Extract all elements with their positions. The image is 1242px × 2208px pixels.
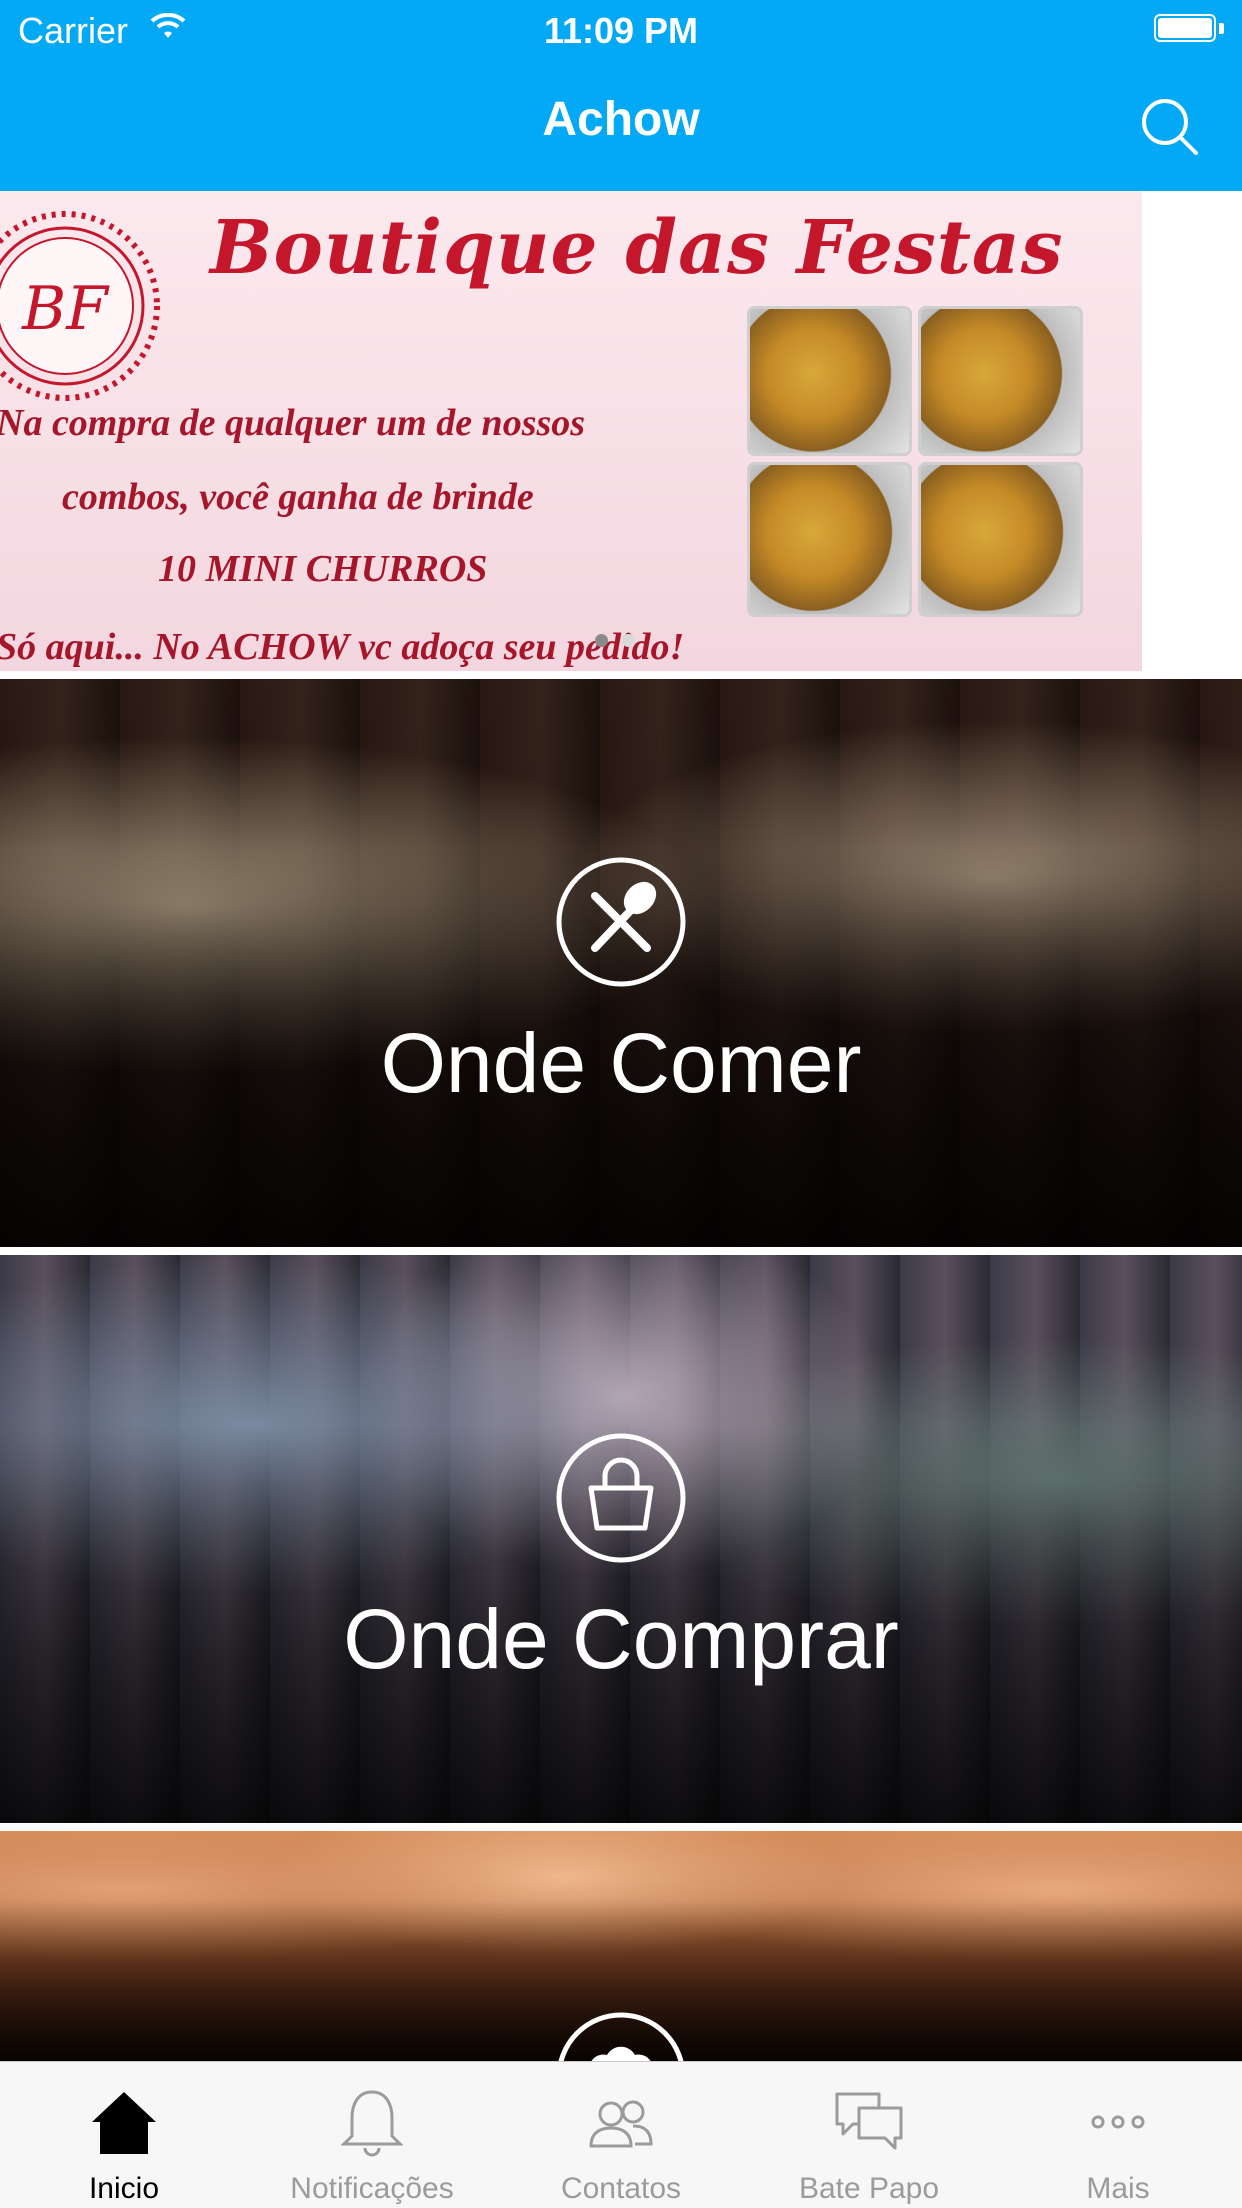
tab-label: Notificações	[290, 2172, 454, 2205]
category-card-onde-comer[interactable]: Onde Comer	[0, 679, 1242, 1247]
app-screen: Carrier 11:09 PM Achow BF Boutique das F…	[0, 0, 1242, 2208]
more-icon	[1091, 2115, 1145, 2129]
banner-line: Na compra de qualquer um de nossos	[0, 402, 586, 444]
bell-icon	[340, 2090, 404, 2157]
food-photo	[747, 462, 912, 617]
tab-notificacoes[interactable]: Notificações	[248, 2062, 496, 2208]
tab-contatos[interactable]: Contatos	[497, 2062, 745, 2208]
top-bar: Carrier 11:09 PM Achow	[0, 0, 1242, 191]
status-time: 11:09 PM	[543, 10, 699, 51]
shopping-bag-icon	[556, 1433, 686, 1563]
promo-banner[interactable]: BF Boutique das Festas Na compra de qual…	[0, 191, 1142, 671]
chef-hat-icon	[558, 2012, 684, 2061]
banner-line: 10 MINI CHURROS	[158, 548, 488, 590]
divider	[0, 1823, 1242, 1831]
tab-label: Inicio	[88, 2172, 160, 2205]
food-photo	[918, 306, 1083, 456]
search-icon[interactable]	[1138, 95, 1202, 159]
tab-bate-papo[interactable]: Bate Papo	[745, 2062, 993, 2208]
banner-next-peek	[1142, 191, 1242, 671]
tab-mais[interactable]: Mais	[994, 2062, 1242, 2208]
home-icon	[92, 2092, 156, 2154]
page-dot-active[interactable]	[595, 634, 608, 647]
tab-inicio[interactable]: Inicio	[0, 2062, 248, 2208]
category-label: Onde Comprar	[343, 1592, 899, 1686]
banner-line: Só aqui... No ACHOW vc adoça seu pedido!	[0, 626, 685, 668]
contacts-icon	[589, 2100, 653, 2148]
page-indicator[interactable]	[595, 634, 649, 652]
tab-label: Contatos	[560, 2172, 682, 2205]
category-card-third[interactable]	[0, 1831, 1242, 2061]
tab-bar: Inicio Notificações Contatos Bate Papo M…	[0, 2061, 1242, 2208]
tab-label: Mais	[1086, 2172, 1150, 2205]
page-dot[interactable]	[622, 634, 635, 647]
boutique-logo: BF	[0, 211, 160, 401]
logo-text: BF	[21, 274, 110, 344]
food-photo	[747, 306, 912, 456]
fork-spoon-icon	[556, 857, 686, 987]
banner-title: Boutique das Festas	[210, 205, 1064, 291]
chat-icon	[835, 2092, 903, 2150]
banner-line: combos, você ganha de brinde	[62, 476, 534, 518]
page-title: Achow	[542, 93, 700, 146]
category-card-onde-comprar[interactable]: Onde Comprar	[0, 1255, 1242, 1823]
divider	[0, 1247, 1242, 1255]
status-bar: Carrier 11:09 PM	[0, 0, 1242, 60]
category-label: Onde Comer	[380, 1016, 862, 1110]
tab-label: Bate Papo	[798, 2172, 940, 2205]
battery-icon	[1154, 14, 1224, 44]
food-photo	[918, 462, 1083, 617]
